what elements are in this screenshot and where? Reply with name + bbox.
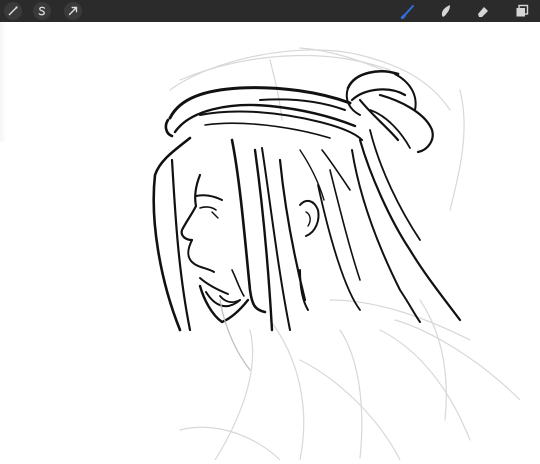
smudge-icon[interactable] bbox=[436, 1, 456, 21]
top-toolbar bbox=[0, 0, 540, 22]
ink-layer bbox=[152, 70, 462, 371]
brush-icon[interactable] bbox=[398, 1, 418, 21]
adjustments-wand-icon[interactable] bbox=[4, 2, 22, 20]
drawing-canvas[interactable] bbox=[0, 22, 540, 461]
sidebar-edge-shadow bbox=[0, 22, 6, 142]
sketch-artwork bbox=[152, 47, 521, 461]
transform-arrow-icon[interactable] bbox=[64, 2, 82, 20]
selection-s-icon[interactable] bbox=[33, 2, 51, 20]
layers-icon[interactable] bbox=[512, 1, 532, 21]
eraser-icon[interactable] bbox=[473, 1, 493, 21]
